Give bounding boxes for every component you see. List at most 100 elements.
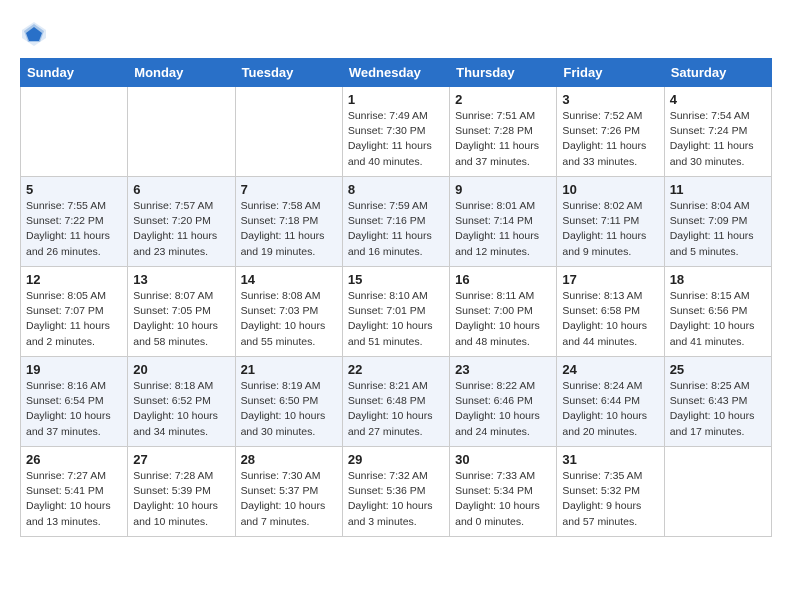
day-number: 21 bbox=[241, 362, 337, 377]
day-number: 19 bbox=[26, 362, 122, 377]
day-info: Sunrise: 8:22 AM Sunset: 6:46 PM Dayligh… bbox=[455, 379, 551, 440]
day-info: Sunrise: 7:58 AM Sunset: 7:18 PM Dayligh… bbox=[241, 199, 337, 260]
calendar-cell: 27 Sunrise: 7:28 AM Sunset: 5:39 PM Dayli… bbox=[128, 447, 235, 537]
logo bbox=[20, 20, 52, 48]
calendar-cell: 31Sunrise: 7:35 AM Sunset: 5:32 PM Dayli… bbox=[557, 447, 664, 537]
calendar-cell: 29 Sunrise: 7:32 AM Sunset: 5:36 PM Dayli… bbox=[342, 447, 449, 537]
day-number: 24 bbox=[562, 362, 658, 377]
day-info: Sunrise: 8:15 AM Sunset: 6:56 PM Dayligh… bbox=[670, 289, 766, 350]
calendar-cell: 17 Sunrise: 8:13 AM Sunset: 6:58 PM Dayli… bbox=[557, 267, 664, 357]
day-info: Sunrise: 8:16 AM Sunset: 6:54 PM Dayligh… bbox=[26, 379, 122, 440]
calendar-cell bbox=[235, 87, 342, 177]
calendar-cell: 22 Sunrise: 8:21 AM Sunset: 6:48 PM Dayli… bbox=[342, 357, 449, 447]
calendar-cell: 25 Sunrise: 8:25 AM Sunset: 6:43 PM Dayli… bbox=[664, 357, 771, 447]
day-number: 14 bbox=[241, 272, 337, 287]
day-number: 29 bbox=[348, 452, 444, 467]
day-info: Sunrise: 7:35 AM Sunset: 5:32 PM Dayligh… bbox=[562, 469, 658, 530]
week-row-5: 26 Sunrise: 7:27 AM Sunset: 5:41 PM Dayli… bbox=[21, 447, 772, 537]
calendar-cell: 8 Sunrise: 7:59 AM Sunset: 7:16 PM Daylig… bbox=[342, 177, 449, 267]
day-info: Sunrise: 7:49 AM Sunset: 7:30 PM Dayligh… bbox=[348, 109, 444, 170]
calendar-cell: 7 Sunrise: 7:58 AM Sunset: 7:18 PM Daylig… bbox=[235, 177, 342, 267]
calendar-cell bbox=[664, 447, 771, 537]
day-number: 7 bbox=[241, 182, 337, 197]
day-info: Sunrise: 8:13 AM Sunset: 6:58 PM Dayligh… bbox=[562, 289, 658, 350]
day-number: 18 bbox=[670, 272, 766, 287]
day-info: Sunrise: 7:28 AM Sunset: 5:39 PM Dayligh… bbox=[133, 469, 229, 530]
day-number: 12 bbox=[26, 272, 122, 287]
day-info: Sunrise: 8:08 AM Sunset: 7:03 PM Dayligh… bbox=[241, 289, 337, 350]
calendar-cell: 3 Sunrise: 7:52 AM Sunset: 7:26 PM Daylig… bbox=[557, 87, 664, 177]
column-header-tuesday: Tuesday bbox=[235, 59, 342, 87]
day-number: 3 bbox=[562, 92, 658, 107]
calendar-cell: 30 Sunrise: 7:33 AM Sunset: 5:34 PM Dayli… bbox=[450, 447, 557, 537]
day-number: 15 bbox=[348, 272, 444, 287]
day-number: 6 bbox=[133, 182, 229, 197]
day-number: 30 bbox=[455, 452, 551, 467]
calendar-cell: 9Sunrise: 8:01 AM Sunset: 7:14 PM Daylig… bbox=[450, 177, 557, 267]
calendar-cell: 1 Sunrise: 7:49 AM Sunset: 7:30 PM Daylig… bbox=[342, 87, 449, 177]
day-number: 25 bbox=[670, 362, 766, 377]
header-row: SundayMondayTuesdayWednesdayThursdayFrid… bbox=[21, 59, 772, 87]
calendar-cell: 2 Sunrise: 7:51 AM Sunset: 7:28 PM Daylig… bbox=[450, 87, 557, 177]
day-number: 17 bbox=[562, 272, 658, 287]
day-number: 10 bbox=[562, 182, 658, 197]
calendar-cell: 26 Sunrise: 7:27 AM Sunset: 5:41 PM Dayli… bbox=[21, 447, 128, 537]
day-number: 5 bbox=[26, 182, 122, 197]
day-info: Sunrise: 8:24 AM Sunset: 6:44 PM Dayligh… bbox=[562, 379, 658, 440]
week-row-1: 1 Sunrise: 7:49 AM Sunset: 7:30 PM Daylig… bbox=[21, 87, 772, 177]
day-number: 8 bbox=[348, 182, 444, 197]
calendar-cell: 28Sunrise: 7:30 AM Sunset: 5:37 PM Dayli… bbox=[235, 447, 342, 537]
calendar-cell: 11Sunrise: 8:04 AM Sunset: 7:09 PM Dayli… bbox=[664, 177, 771, 267]
day-number: 22 bbox=[348, 362, 444, 377]
calendar-cell: 19 Sunrise: 8:16 AM Sunset: 6:54 PM Dayli… bbox=[21, 357, 128, 447]
day-info: Sunrise: 8:25 AM Sunset: 6:43 PM Dayligh… bbox=[670, 379, 766, 440]
week-row-2: 5 Sunrise: 7:55 AM Sunset: 7:22 PM Daylig… bbox=[21, 177, 772, 267]
day-number: 20 bbox=[133, 362, 229, 377]
column-header-friday: Friday bbox=[557, 59, 664, 87]
day-info: Sunrise: 8:02 AM Sunset: 7:11 PM Dayligh… bbox=[562, 199, 658, 260]
day-number: 26 bbox=[26, 452, 122, 467]
day-info: Sunrise: 7:51 AM Sunset: 7:28 PM Dayligh… bbox=[455, 109, 551, 170]
day-info: Sunrise: 7:55 AM Sunset: 7:22 PM Dayligh… bbox=[26, 199, 122, 260]
calendar-table: SundayMondayTuesdayWednesdayThursdayFrid… bbox=[20, 58, 772, 537]
day-info: Sunrise: 7:27 AM Sunset: 5:41 PM Dayligh… bbox=[26, 469, 122, 530]
calendar-cell: 18 Sunrise: 8:15 AM Sunset: 6:56 PM Dayli… bbox=[664, 267, 771, 357]
calendar-cell: 14 Sunrise: 8:08 AM Sunset: 7:03 PM Dayli… bbox=[235, 267, 342, 357]
day-number: 27 bbox=[133, 452, 229, 467]
day-number: 1 bbox=[348, 92, 444, 107]
calendar-cell: 6 Sunrise: 7:57 AM Sunset: 7:20 PM Daylig… bbox=[128, 177, 235, 267]
calendar-cell: 16Sunrise: 8:11 AM Sunset: 7:00 PM Dayli… bbox=[450, 267, 557, 357]
day-info: Sunrise: 8:21 AM Sunset: 6:48 PM Dayligh… bbox=[348, 379, 444, 440]
calendar-cell bbox=[21, 87, 128, 177]
day-info: Sunrise: 8:07 AM Sunset: 7:05 PM Dayligh… bbox=[133, 289, 229, 350]
day-number: 4 bbox=[670, 92, 766, 107]
day-info: Sunrise: 7:52 AM Sunset: 7:26 PM Dayligh… bbox=[562, 109, 658, 170]
week-row-4: 19 Sunrise: 8:16 AM Sunset: 6:54 PM Dayli… bbox=[21, 357, 772, 447]
column-header-wednesday: Wednesday bbox=[342, 59, 449, 87]
day-info: Sunrise: 8:19 AM Sunset: 6:50 PM Dayligh… bbox=[241, 379, 337, 440]
day-number: 16 bbox=[455, 272, 551, 287]
day-info: Sunrise: 7:30 AM Sunset: 5:37 PM Dayligh… bbox=[241, 469, 337, 530]
week-row-3: 12 Sunrise: 8:05 AM Sunset: 7:07 PM Dayli… bbox=[21, 267, 772, 357]
day-info: Sunrise: 8:01 AM Sunset: 7:14 PM Dayligh… bbox=[455, 199, 551, 260]
column-header-saturday: Saturday bbox=[664, 59, 771, 87]
calendar-cell: 12 Sunrise: 8:05 AM Sunset: 7:07 PM Dayli… bbox=[21, 267, 128, 357]
day-info: Sunrise: 8:04 AM Sunset: 7:09 PM Dayligh… bbox=[670, 199, 766, 260]
calendar-cell: 23Sunrise: 8:22 AM Sunset: 6:46 PM Dayli… bbox=[450, 357, 557, 447]
day-number: 13 bbox=[133, 272, 229, 287]
calendar-cell: 5 Sunrise: 7:55 AM Sunset: 7:22 PM Daylig… bbox=[21, 177, 128, 267]
day-info: Sunrise: 7:32 AM Sunset: 5:36 PM Dayligh… bbox=[348, 469, 444, 530]
calendar-cell: 13 Sunrise: 8:07 AM Sunset: 7:05 PM Dayli… bbox=[128, 267, 235, 357]
calendar-cell: 10 Sunrise: 8:02 AM Sunset: 7:11 PM Dayli… bbox=[557, 177, 664, 267]
day-info: Sunrise: 7:59 AM Sunset: 7:16 PM Dayligh… bbox=[348, 199, 444, 260]
column-header-sunday: Sunday bbox=[21, 59, 128, 87]
calendar-cell: 4 Sunrise: 7:54 AM Sunset: 7:24 PM Daylig… bbox=[664, 87, 771, 177]
day-info: Sunrise: 7:57 AM Sunset: 7:20 PM Dayligh… bbox=[133, 199, 229, 260]
day-info: Sunrise: 7:54 AM Sunset: 7:24 PM Dayligh… bbox=[670, 109, 766, 170]
calendar-cell: 21 Sunrise: 8:19 AM Sunset: 6:50 PM Dayli… bbox=[235, 357, 342, 447]
day-info: Sunrise: 7:33 AM Sunset: 5:34 PM Dayligh… bbox=[455, 469, 551, 530]
day-number: 2 bbox=[455, 92, 551, 107]
calendar-cell: 15Sunrise: 8:10 AM Sunset: 7:01 PM Dayli… bbox=[342, 267, 449, 357]
calendar-cell: 20Sunrise: 8:18 AM Sunset: 6:52 PM Dayli… bbox=[128, 357, 235, 447]
day-info: Sunrise: 8:05 AM Sunset: 7:07 PM Dayligh… bbox=[26, 289, 122, 350]
